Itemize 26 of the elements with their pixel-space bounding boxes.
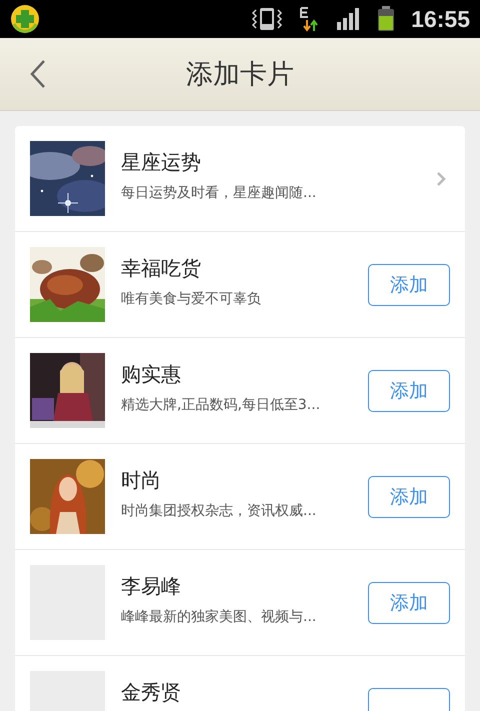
card-description: 每日运势及时看，星座趣闻随... [121, 184, 318, 202]
chevron-right-icon[interactable] [436, 170, 446, 186]
battery-icon [377, 6, 396, 32]
card-title: 购实惠 [121, 362, 182, 386]
signal-icon [337, 8, 362, 30]
page-title: 添加卡片 [186, 58, 294, 92]
card-row[interactable]: 金秀贤 [15, 656, 465, 711]
card-row[interactable]: 星座运势 每日运势及时看，星座趣闻随... [15, 126, 465, 232]
card-title: 时尚 [121, 468, 162, 492]
card-description: 唯有美食与爱不可辜负 [121, 290, 262, 308]
card-title: 李易峰 [121, 574, 182, 598]
card-row[interactable]: 时尚 时尚集团授权杂志，资讯权威... 添加 [15, 444, 465, 550]
clock-time: 16:55 [411, 6, 470, 32]
card-description: 精选大牌,正品数码,每日低至3... [121, 396, 322, 414]
card-row[interactable]: 幸福吃货 唯有美食与爱不可辜负 添加 [15, 232, 465, 338]
card-description: 时尚集团授权杂志，资讯权威... [121, 502, 318, 520]
card-description: 峰峰最新的独家美图、视频与... [121, 608, 318, 626]
card-row[interactable]: 购实惠 精选大牌,正品数码,每日低至3... 添加 [15, 338, 465, 444]
back-button[interactable] [30, 59, 46, 89]
card-row[interactable]: 李易峰 峰峰最新的独家美图、视频与... 添加 [15, 550, 465, 656]
card-title: 金秀贤 [121, 680, 182, 704]
back-icon [30, 59, 46, 89]
vibrate-icon [251, 6, 284, 32]
card-title: 星座运势 [121, 150, 202, 174]
plus-logo-icon [10, 4, 40, 34]
card-title: 幸福吃货 [121, 256, 202, 280]
